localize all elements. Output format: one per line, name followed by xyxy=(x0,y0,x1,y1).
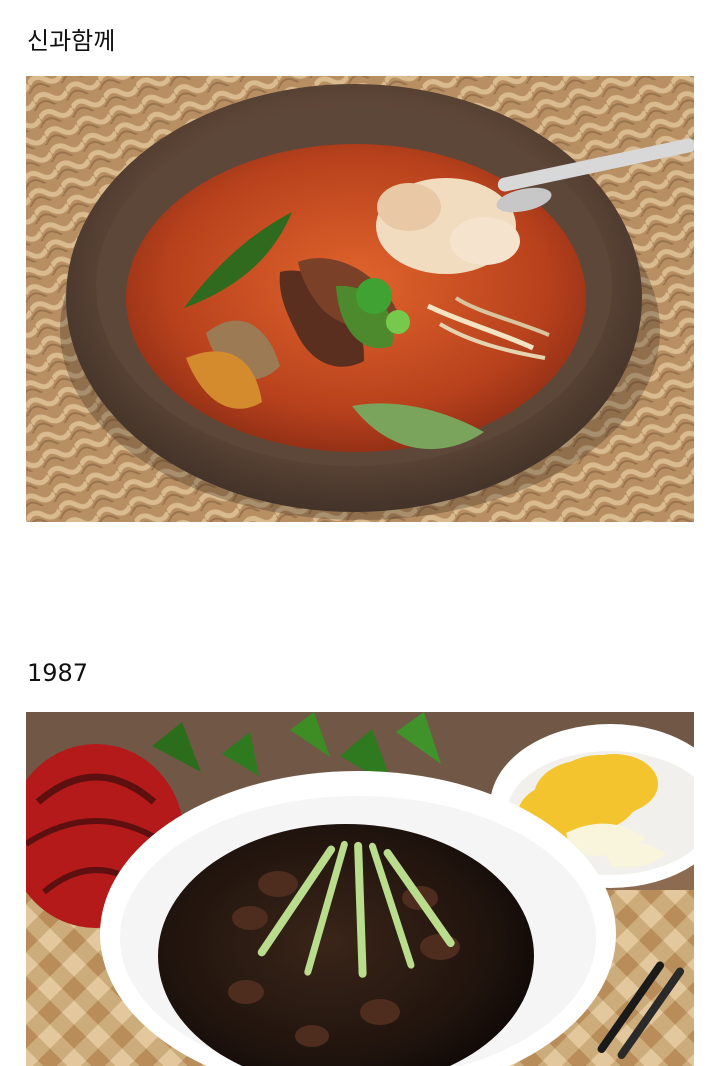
post-title-soup: 신과함께 xyxy=(27,27,116,55)
soup-photo[interactable] xyxy=(26,76,694,522)
post-section-soup: 신과함께 xyxy=(0,0,720,540)
jajang-photo[interactable] xyxy=(26,712,694,1066)
post-title-jajang: 1987 xyxy=(27,659,89,687)
post-section-jajang: 1987 xyxy=(0,628,720,1066)
